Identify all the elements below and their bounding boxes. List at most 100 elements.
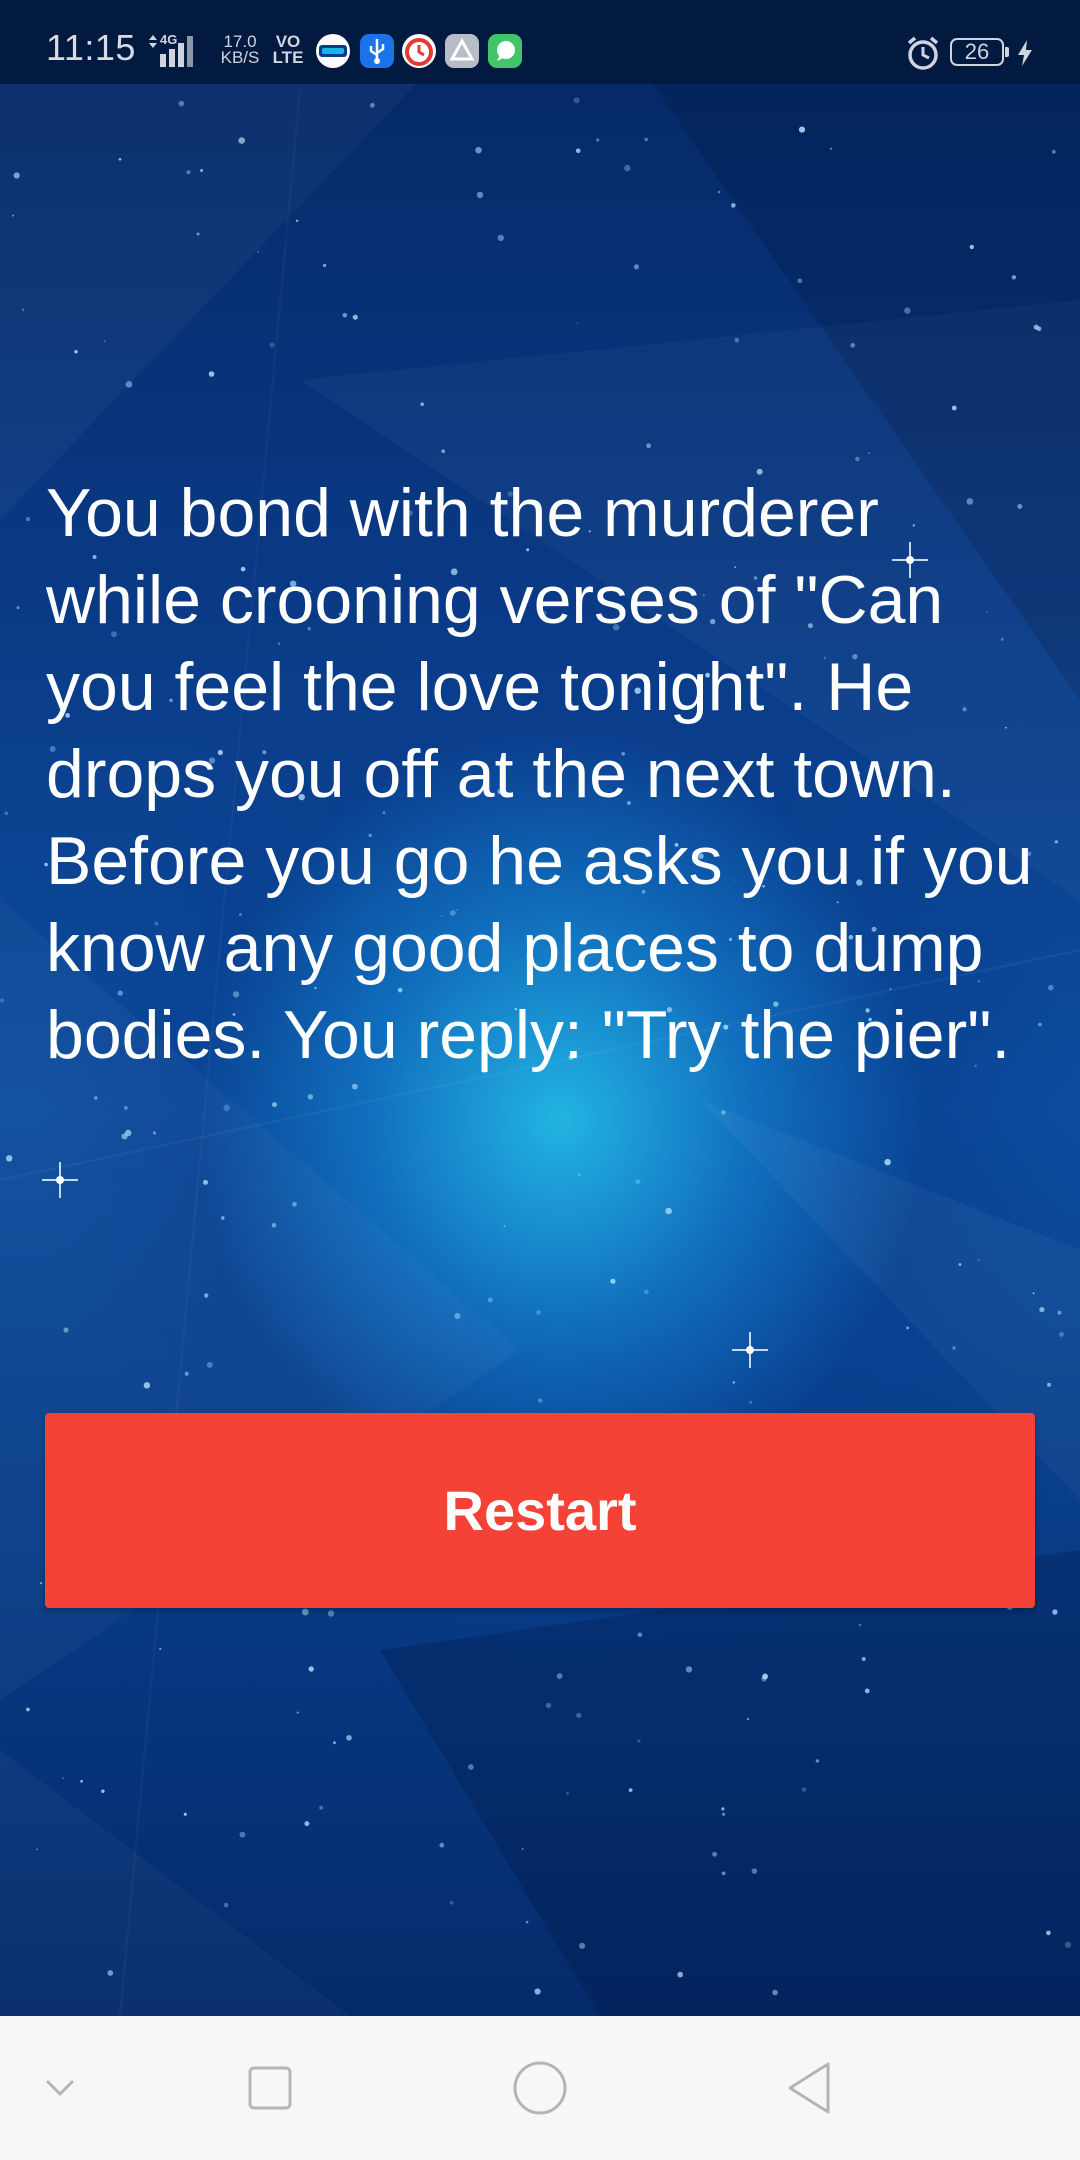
star <box>21 308 25 312</box>
star <box>566 1792 569 1795</box>
star <box>257 250 259 253</box>
star <box>301 1608 309 1616</box>
star <box>420 402 425 407</box>
star <box>152 1131 156 1135</box>
paytm-icon <box>316 34 350 68</box>
star <box>685 1666 693 1673</box>
star <box>576 322 579 325</box>
star <box>1054 840 1058 844</box>
star <box>904 307 911 314</box>
star <box>475 146 482 154</box>
star <box>1032 1292 1035 1295</box>
star <box>223 1104 230 1112</box>
app-screen: 11:15 4G 17.0 KB/S VO LTE 26 You bond wi… <box>0 0 1080 2160</box>
star <box>80 1779 83 1783</box>
star <box>239 1831 246 1838</box>
star <box>722 1812 726 1816</box>
star <box>449 1900 454 1905</box>
star <box>292 1201 297 1207</box>
star <box>1033 324 1039 330</box>
star <box>951 405 957 411</box>
recents-icon[interactable] <box>228 2046 312 2130</box>
star <box>159 1647 162 1650</box>
star <box>62 1777 64 1780</box>
star <box>16 606 20 610</box>
star <box>93 1096 98 1100</box>
usb-icon <box>360 34 394 68</box>
star <box>352 314 358 320</box>
star <box>610 1278 616 1284</box>
star <box>1011 275 1017 280</box>
volte-bottom: LTE <box>272 48 304 67</box>
star <box>186 170 191 175</box>
navigation-bar <box>0 2016 1080 2160</box>
star <box>351 1083 358 1090</box>
signal-strength-icon: 4G <box>149 32 193 67</box>
network-speed: 17.0 KB/S <box>218 33 262 66</box>
star <box>476 191 484 199</box>
svg-text:4G: 4G <box>160 32 177 47</box>
star <box>906 1326 909 1330</box>
story-text: You bond with the murderer while croonin… <box>46 475 1033 1073</box>
star <box>952 1346 956 1350</box>
star <box>747 1718 750 1721</box>
star <box>633 264 640 270</box>
star <box>196 232 200 236</box>
star <box>575 148 581 154</box>
star <box>13 172 20 179</box>
chat-icon <box>488 34 522 68</box>
star <box>26 1707 30 1712</box>
star <box>1048 984 1054 991</box>
star <box>269 342 275 348</box>
star <box>272 1102 277 1108</box>
star <box>721 1110 726 1115</box>
star <box>578 1173 581 1176</box>
star <box>1052 1609 1058 1615</box>
star <box>978 1259 980 1262</box>
battery-indicator: 26 <box>950 38 1009 66</box>
star <box>208 371 215 377</box>
star <box>40 1582 43 1585</box>
alarm-icon <box>907 36 939 70</box>
star <box>200 169 204 172</box>
star <box>802 1787 807 1792</box>
star <box>1064 1941 1072 1949</box>
star <box>25 517 31 522</box>
home-icon[interactable] <box>498 2046 582 2130</box>
star <box>864 1688 870 1694</box>
star <box>327 1610 335 1617</box>
star <box>734 338 740 343</box>
star <box>762 1673 768 1680</box>
star <box>624 164 631 172</box>
star <box>868 452 871 454</box>
star <box>855 456 860 462</box>
star <box>1051 149 1056 154</box>
alarm-clock-app-icon <box>402 34 436 68</box>
back-icon[interactable] <box>768 2046 852 2130</box>
star <box>497 234 504 242</box>
star <box>721 1871 726 1876</box>
star <box>732 1381 735 1384</box>
star <box>74 350 78 354</box>
restart-button[interactable]: Restart <box>45 1413 1035 1608</box>
bright-star <box>42 1162 78 1198</box>
star <box>6 1155 13 1162</box>
star <box>797 278 803 284</box>
chevron-down-icon[interactable] <box>18 2046 102 2130</box>
star <box>295 219 299 222</box>
status-time: 11:15 <box>46 27 136 68</box>
star <box>644 1289 649 1295</box>
star <box>439 1842 445 1848</box>
star <box>534 1988 541 1995</box>
star <box>712 1851 717 1857</box>
star <box>556 1673 563 1679</box>
star <box>296 1711 299 1714</box>
star <box>751 1868 758 1874</box>
star <box>12 214 15 217</box>
star <box>63 1327 69 1333</box>
star <box>333 1741 336 1745</box>
star <box>969 244 974 250</box>
star <box>238 137 245 144</box>
star <box>958 1263 962 1266</box>
star <box>850 343 855 348</box>
